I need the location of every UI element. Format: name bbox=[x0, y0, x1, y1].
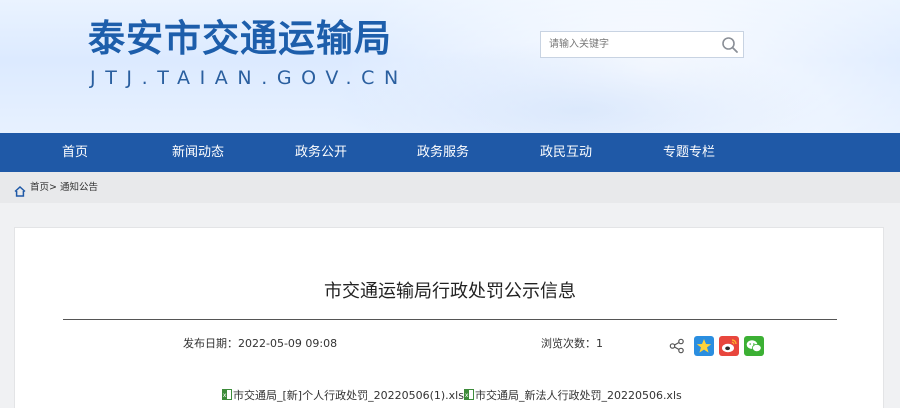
search-box bbox=[540, 31, 744, 58]
attachment-name: 市交通局_新法人行政处罚_20220506.xls bbox=[474, 389, 682, 402]
attachment-list: x 市交通局_[新]个人行政处罚_20220506(1).xls x 市交通局_新法人… bbox=[222, 389, 682, 403]
home-icon bbox=[14, 182, 26, 197]
breadcrumb-current-link[interactable]: 通知公告 bbox=[60, 182, 98, 193]
breadcrumb: 首页> 通知公告 bbox=[0, 172, 900, 203]
attachment-link-personal[interactable]: x 市交通局_[新]个人行政处罚_20220506(1).xls bbox=[222, 389, 464, 403]
breadcrumb-separator: > bbox=[49, 182, 57, 193]
breadcrumb-home-link[interactable]: 首页 bbox=[30, 182, 49, 193]
xls-file-icon: x bbox=[222, 389, 232, 400]
search-input[interactable] bbox=[541, 32, 716, 57]
publish-date-value: 2022-05-09 09:08 bbox=[238, 337, 338, 350]
nav-item-news[interactable]: 新闻动态 bbox=[143, 133, 253, 172]
site-title[interactable]: 泰安市交通运输局 bbox=[88, 16, 392, 62]
view-count-value: 1 bbox=[596, 337, 603, 350]
publish-date-label: 发布日期： bbox=[183, 337, 238, 350]
share-icon[interactable] bbox=[667, 336, 687, 356]
xls-file-icon: x bbox=[463, 389, 474, 400]
wechat-icon[interactable] bbox=[744, 336, 764, 356]
nav-item-gov-public[interactable]: 政务公开 bbox=[266, 133, 376, 172]
attachment-name: 市交通局_[新]个人行政处罚_20220506(1).xls bbox=[233, 389, 464, 402]
qzone-icon[interactable] bbox=[694, 336, 714, 356]
attachment-link-corporate[interactable]: x 市交通局_新法人行政处罚_20220506.xls bbox=[463, 389, 682, 403]
nav-item-topics[interactable]: 专题专栏 bbox=[634, 133, 744, 172]
site-header: 泰安市交通运输局 JTJ.TAIAN.GOV.CN bbox=[0, 0, 900, 133]
site-domain: JTJ.TAIAN.GOV.CN bbox=[90, 67, 408, 89]
article-title: 市交通运输局行政处罚公示信息 bbox=[324, 281, 576, 302]
svg-text:x: x bbox=[465, 392, 469, 399]
svg-text:x: x bbox=[223, 392, 227, 399]
search-icon[interactable] bbox=[720, 35, 740, 55]
view-count: 浏览次数：1 bbox=[541, 336, 603, 352]
view-count-label: 浏览次数： bbox=[541, 337, 596, 350]
publish-date: 发布日期：2022-05-09 09:08 bbox=[183, 336, 337, 352]
nav-item-gov-service[interactable]: 政务服务 bbox=[388, 133, 498, 172]
nav-item-interaction[interactable]: 政民互动 bbox=[511, 133, 621, 172]
main-nav: 首页 新闻动态 政务公开 政务服务 政民互动 专题专栏 bbox=[0, 133, 900, 172]
weibo-icon[interactable] bbox=[719, 336, 739, 356]
nav-item-home[interactable]: 首页 bbox=[20, 133, 130, 172]
breadcrumb-trail: 首页> 通知公告 bbox=[30, 172, 98, 203]
article-card: 市交通运输局行政处罚公示信息 发布日期：2022-05-09 09:08 浏览次… bbox=[14, 227, 884, 408]
title-divider bbox=[63, 319, 837, 320]
